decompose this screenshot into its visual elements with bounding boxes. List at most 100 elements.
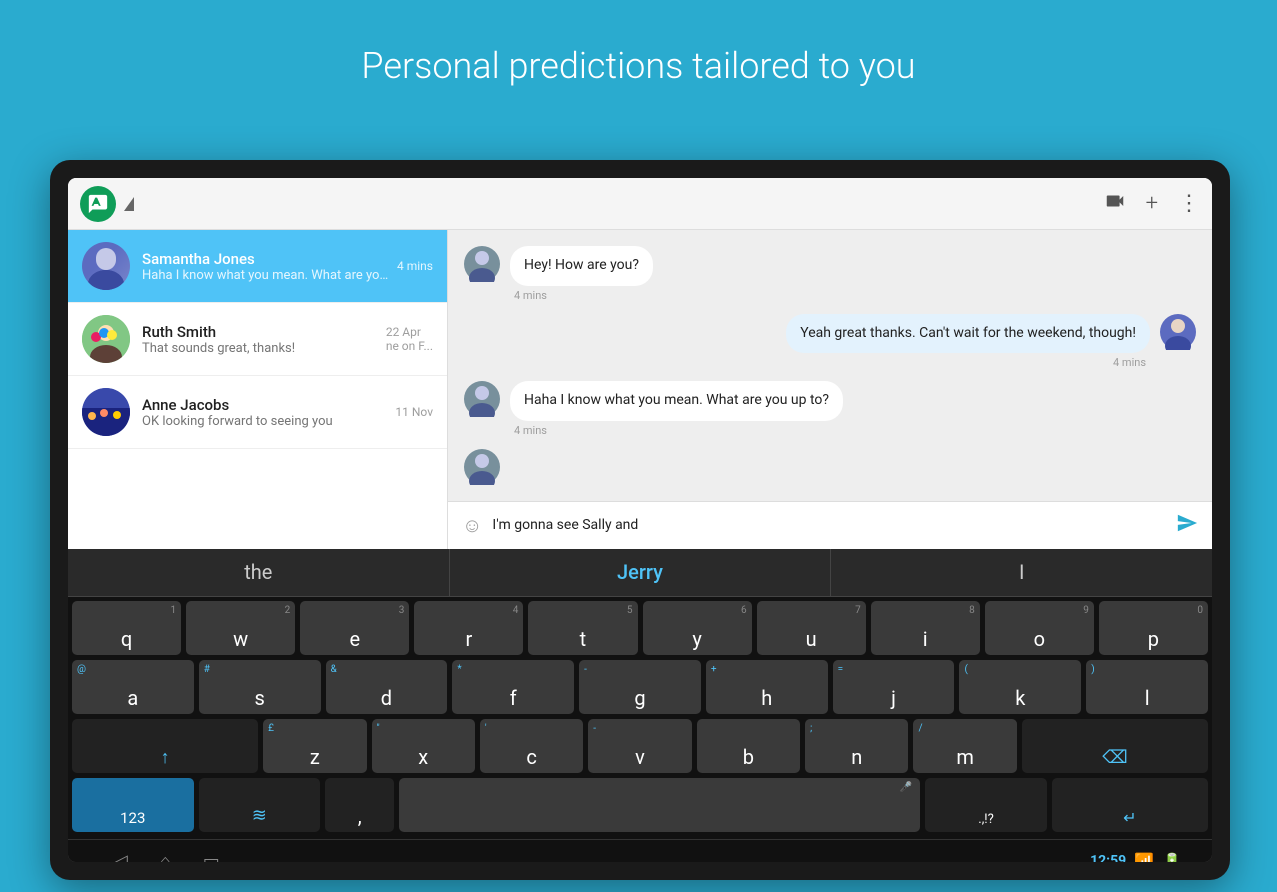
key-n-letter: n (851, 747, 862, 767)
key-r-number: 4 (513, 605, 519, 616)
contact-preview-anne: OK looking forward to seeing you (142, 414, 387, 429)
key-z-letter: z (310, 747, 320, 767)
battery-icon: 🔋 (1162, 852, 1182, 862)
shift-icon: ↑ (161, 749, 170, 767)
key-x-symbol: " (377, 723, 380, 734)
key-s-letter: s (254, 688, 264, 708)
send-button[interactable] (1176, 512, 1198, 539)
special-chars-key[interactable]: .,!? (925, 778, 1047, 832)
contact-name-ruth: Ruth Smith (142, 323, 378, 341)
key-i[interactable]: 8 i (871, 601, 980, 655)
contact-name-samantha: Samantha Jones (142, 250, 389, 268)
num-key[interactable]: 123 (72, 778, 194, 832)
key-v-letter: v (635, 747, 645, 767)
shift-key[interactable]: ↑ (72, 719, 258, 773)
recents-button[interactable]: ▭ (187, 843, 236, 862)
key-q-number: 1 (171, 605, 177, 616)
key-f-symbol: * (457, 664, 461, 675)
prediction-item-the[interactable]: the (68, 549, 450, 596)
key-s-symbol: # (204, 664, 210, 675)
key-x[interactable]: " x (372, 719, 475, 773)
contact-name-anne: Anne Jacobs (142, 396, 387, 414)
key-l-letter: l (1145, 688, 1150, 708)
msg-avatar-typing (464, 449, 500, 485)
key-a[interactable]: @ a (72, 660, 194, 714)
key-b[interactable]: b (697, 719, 800, 773)
enter-key[interactable]: ↵ (1052, 778, 1208, 832)
key-h-letter: h (761, 688, 772, 708)
key-j-letter: j (891, 688, 896, 708)
wifi-icon: 📶 (1134, 852, 1154, 862)
key-row-3: ↑ £ z " x ' c (72, 719, 1208, 773)
swype-key[interactable]: ≋ (199, 778, 321, 832)
key-m[interactable]: / m (913, 719, 1016, 773)
key-g[interactable]: - g (579, 660, 701, 714)
key-n[interactable]: ; n (805, 719, 908, 773)
chat-messages: Hey! How are you? 4 mins (448, 230, 1212, 501)
key-v[interactable]: - v (588, 719, 691, 773)
key-k-symbol: ( (964, 664, 967, 675)
key-r[interactable]: 4 r (414, 601, 523, 655)
key-w[interactable]: 2 w (186, 601, 295, 655)
contact-item-ruth[interactable]: Ruth Smith That sounds great, thanks! 22… (68, 303, 447, 376)
message-row-1: Hey! How are you? 4 mins (464, 246, 1196, 302)
comma-label: , (358, 806, 362, 826)
home-button[interactable]: ⌂ (144, 843, 187, 862)
typing-row (464, 449, 1196, 485)
key-d[interactable]: & d (326, 660, 448, 714)
contact-item-anne[interactable]: Anne Jacobs OK looking forward to seeing… (68, 376, 447, 449)
key-t-letter: t (580, 629, 587, 649)
avatar-anne (82, 388, 130, 436)
key-g-symbol: - (584, 664, 587, 675)
enter-icon: ↵ (1123, 810, 1136, 826)
key-row-4: 123 ≋ , 🎤 .,!? (72, 778, 1208, 832)
tablet-device: + ⋮ (50, 160, 1230, 880)
contact-item-samantha[interactable]: Samantha Jones Haha I know what you mean… (68, 230, 447, 303)
key-y-letter: y (692, 629, 701, 649)
chat-input-field[interactable]: I'm gonna see Sally and (492, 517, 1166, 533)
msg-bubble-2: Yeah great thanks. Can't wait for the we… (786, 314, 1150, 354)
key-j[interactable]: = j (833, 660, 955, 714)
key-q[interactable]: 1 q (72, 601, 181, 655)
key-q-letter: q (121, 629, 132, 649)
more-options-icon[interactable]: ⋮ (1178, 191, 1200, 216)
video-call-icon[interactable] (1104, 190, 1126, 217)
contact-preview-samantha: Haha I know what you mean. What are you … (142, 268, 389, 283)
space-key[interactable]: 🎤 (399, 778, 920, 832)
key-t[interactable]: 5 t (528, 601, 637, 655)
prediction-item-jerry[interactable]: Jerry (450, 549, 832, 596)
chat-input-bar: ☺ I'm gonna see Sally and (448, 501, 1212, 549)
prediction-item-i[interactable]: I (831, 549, 1212, 596)
emoji-button[interactable]: ☺ (462, 513, 482, 538)
key-o-letter: o (1034, 629, 1045, 649)
comma-key[interactable]: , (325, 778, 394, 832)
key-g-letter: g (634, 688, 645, 708)
key-c[interactable]: ' c (480, 719, 583, 773)
key-k-letter: k (1015, 688, 1025, 708)
swype-icon: ≋ (252, 805, 267, 826)
backspace-key[interactable]: ⌫ (1022, 719, 1208, 773)
key-w-letter: w (233, 629, 248, 649)
back-button[interactable]: ◁ (98, 843, 144, 862)
key-f[interactable]: * f (452, 660, 574, 714)
app-icon (80, 186, 116, 222)
msg-avatar-other-3 (464, 381, 500, 417)
key-m-letter: m (956, 747, 974, 767)
key-c-symbol: ' (485, 723, 487, 734)
key-u[interactable]: 7 u (757, 601, 866, 655)
key-y[interactable]: 6 y (643, 601, 752, 655)
key-row-1: 1 q 2 w 3 e 4 r (72, 601, 1208, 655)
key-d-letter: d (381, 688, 392, 708)
key-p[interactable]: 0 p (1099, 601, 1208, 655)
key-k[interactable]: ( k (959, 660, 1081, 714)
key-h[interactable]: + h (706, 660, 828, 714)
key-s[interactable]: # s (199, 660, 321, 714)
msg-time-2: 4 mins (786, 356, 1150, 369)
key-e[interactable]: 3 e (300, 601, 409, 655)
signal-icon (124, 197, 134, 211)
key-l[interactable]: ) l (1086, 660, 1208, 714)
key-z[interactable]: £ z (263, 719, 366, 773)
key-h-symbol: + (711, 664, 717, 675)
key-o[interactable]: 9 o (985, 601, 1094, 655)
add-icon[interactable]: + (1146, 191, 1158, 216)
